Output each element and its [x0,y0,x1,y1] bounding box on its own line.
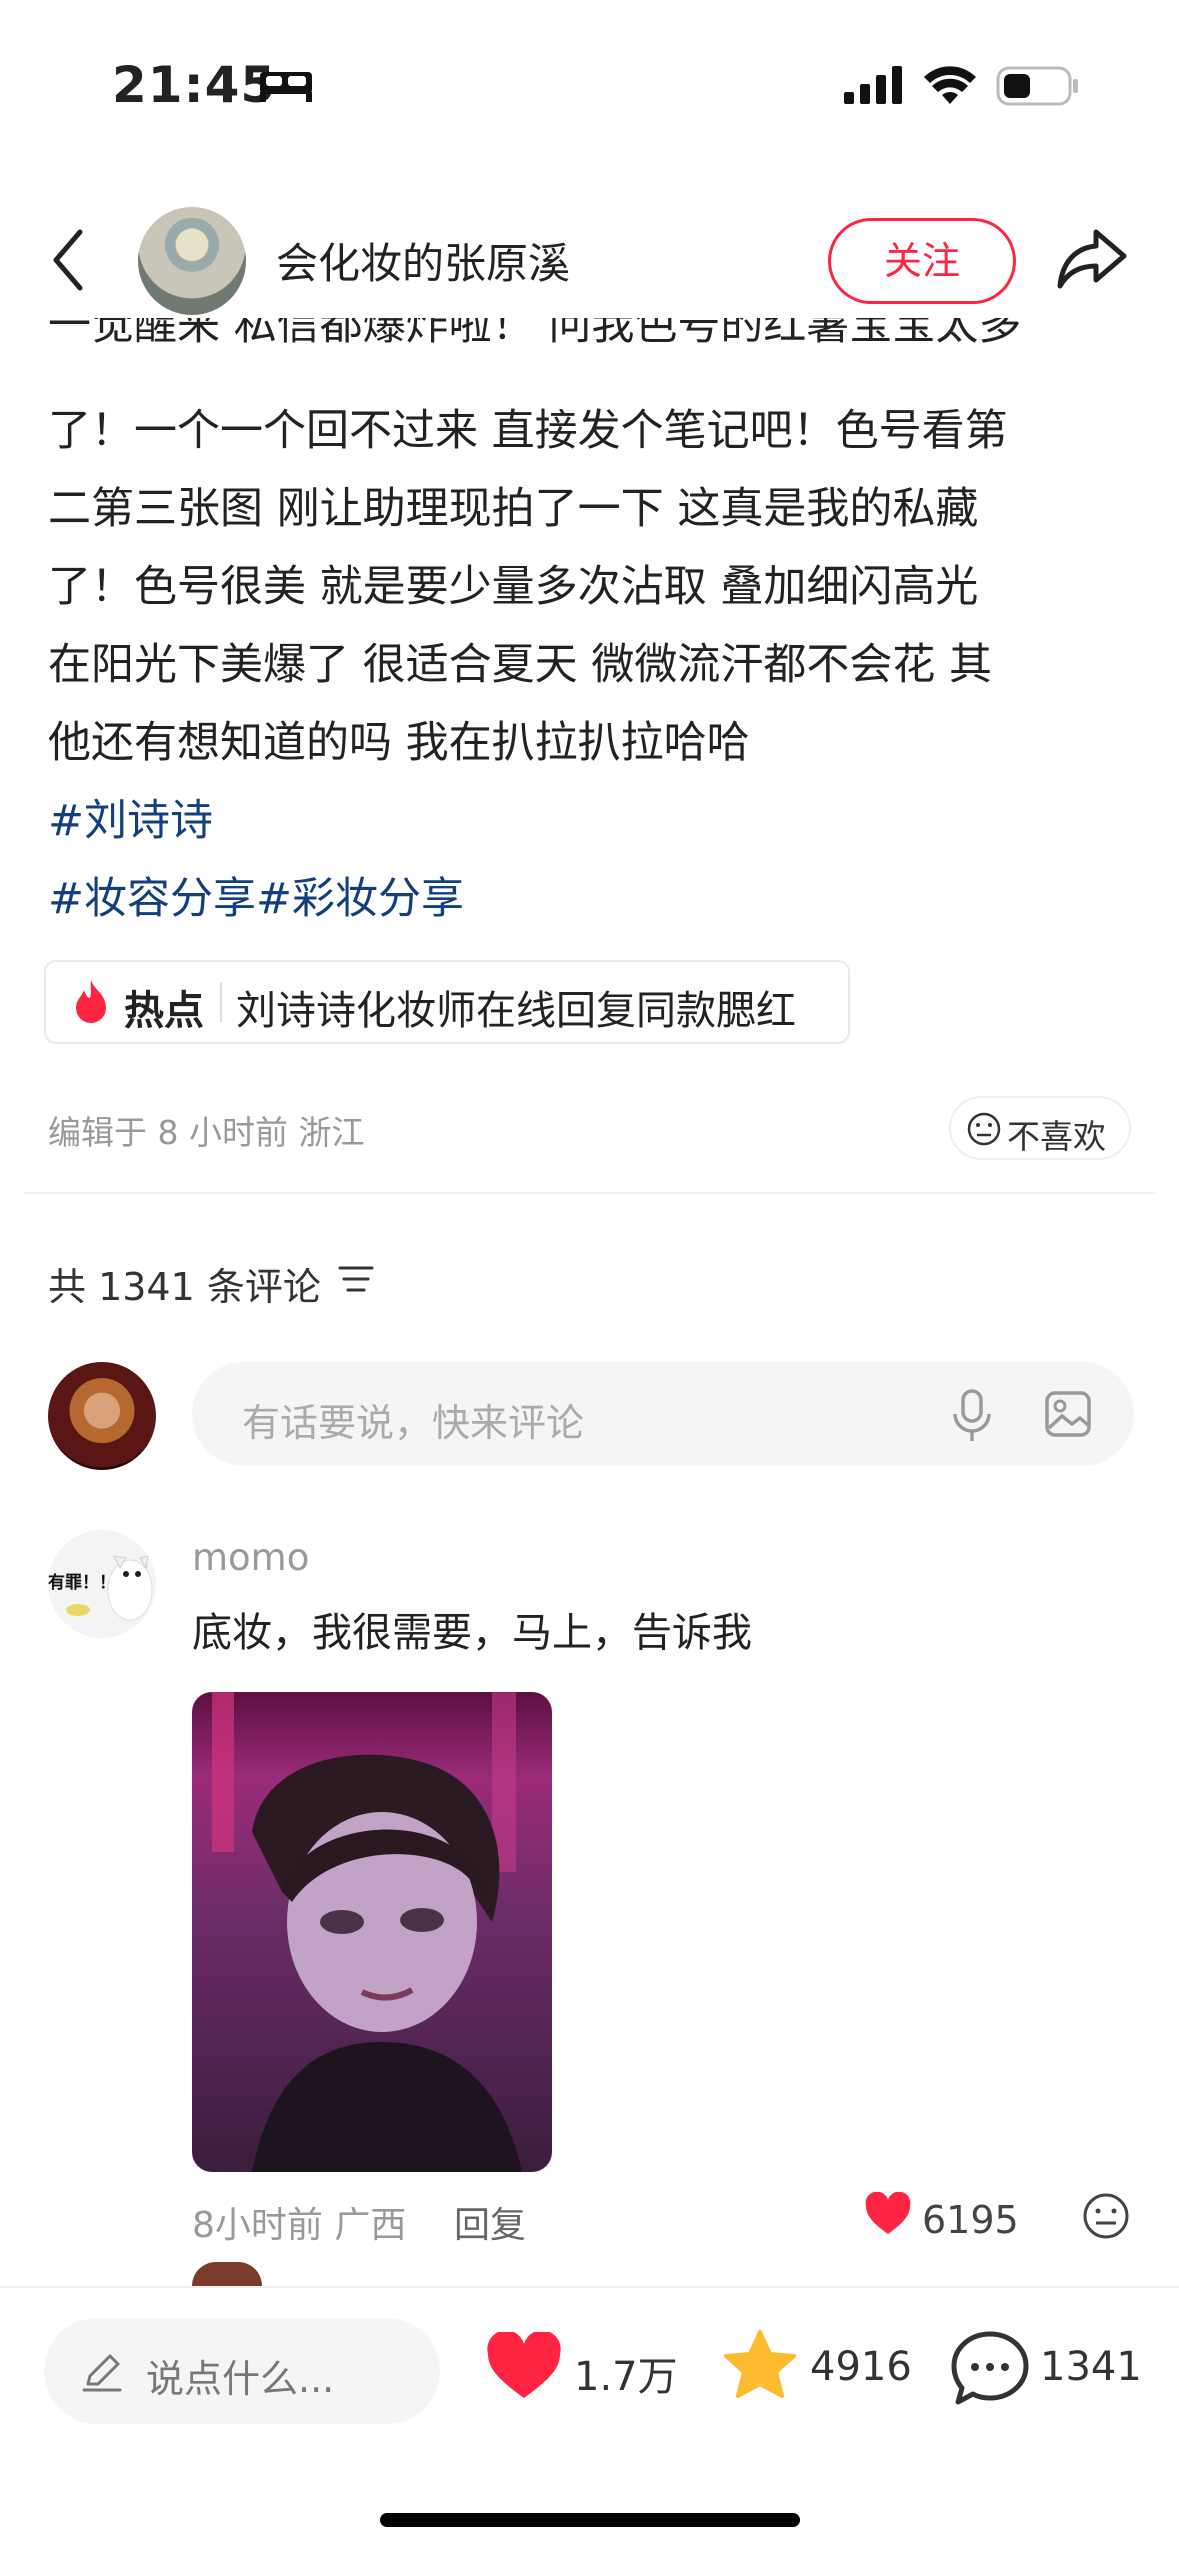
back-button[interactable] [48,228,88,292]
comment-emoji-icon[interactable] [1082,2192,1130,2240]
commenter-name[interactable]: momo [192,1536,309,1579]
battery-icon [996,66,1080,106]
comment-total-count: 1341 [1040,2344,1142,2390]
collect-star-icon[interactable] [722,2328,798,2402]
author-avatar[interactable] [138,207,246,315]
comment-like-count: 6195 [922,2198,1019,2242]
hashtag-link[interactable]: #妆容分享#彩妆分享 [48,864,464,926]
comment-bubble-icon[interactable] [950,2330,1030,2406]
next-comment-avatar [192,2262,262,2286]
pencil-icon [80,2350,124,2394]
home-indicator[interactable] [380,2513,800,2527]
reply-button[interactable]: 回复 [454,2196,526,2248]
edited-info: 编辑于 8 小时前 浙江 [48,1113,365,1152]
post-body-line: 了！色号很美 就是要少量多次沾取 叠加细闪高光 [48,562,979,612]
post-body-line: 他还有想知道的吗 我在扒拉扒拉哈哈 [48,718,750,768]
hot-topic-text: 刘诗诗化妆师在线回复同款腮红 [236,988,796,1034]
microphone-icon[interactable] [950,1388,994,1444]
cellular-signal-icon [844,66,906,106]
comment-placeholder: 有话要说，快来评论 [242,1401,585,1445]
hot-label: 热点 [124,988,204,1034]
collect-count: 4916 [810,2344,912,2390]
my-avatar [48,1362,156,1470]
comment-count: 共 1341 条评论 [48,1265,321,1309]
comment-like-icon[interactable] [864,2192,912,2236]
avatar-caption: 有罪！！ [48,1573,116,1593]
say-something-placeholder: 说点什么... [146,2357,335,2401]
comment-text: 底妆，我很需要，马上，告诉我 [192,1610,752,1656]
commenter-avatar[interactable]: 有罪！！ [48,1530,156,1638]
sort-icon[interactable] [338,1264,374,1294]
post-body-line: 在阳光下美爆了 很适合夏天 微微流汗都不会花 其 [48,640,993,690]
image-icon[interactable] [1044,1390,1092,1438]
dislike-button[interactable]: 不喜欢 [949,1096,1131,1160]
wifi-icon [922,64,978,106]
flame-icon [72,978,110,1024]
like-heart-icon[interactable] [486,2332,562,2402]
hot-divider [220,982,222,1022]
share-icon[interactable] [1056,226,1128,290]
comment-image[interactable] [192,1692,552,2172]
status-time: 21:45 [112,56,277,114]
hashtag-link[interactable]: #刘诗诗 [48,786,213,848]
follow-button[interactable]: 关注 [828,218,1016,304]
author-name[interactable]: 会化妆的张原溪 [276,230,570,291]
comment-meta: 8小时前 广西 [192,2205,407,2246]
section-divider [24,1192,1155,1194]
post-body-line: 了！一个一个回不过来 直接发个笔记吧！色号看第 [48,406,1008,456]
like-count: 1.7万 [574,2354,678,2400]
meh-face-icon [967,1112,1001,1146]
post-body-line: 一觉醒来 私信都爆炸啦！ 问我色号的红薯宝宝太多 [48,318,1022,350]
sleep-mode-icon [258,70,314,104]
post-body-line: 二第三张图 刚让助理现拍了一下 这真是我的私藏 [48,484,979,534]
dislike-label: 不喜欢 [1007,1117,1106,1156]
